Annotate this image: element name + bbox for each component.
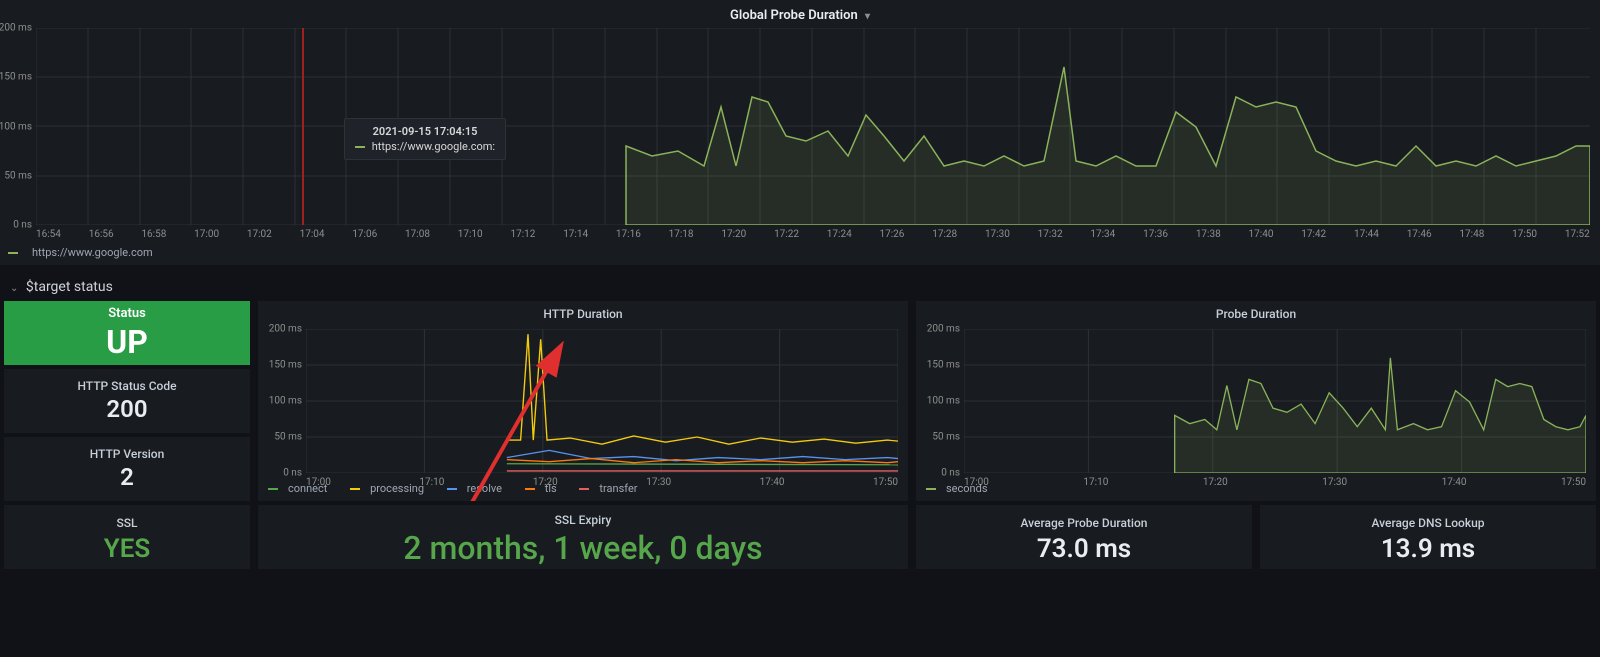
y-tick: 100 ms	[0, 121, 32, 132]
ssl-expiry-value: 2 months, 1 week, 0 days	[403, 529, 762, 567]
avg-dns-label: Average DNS Lookup	[1371, 510, 1484, 532]
probe-duration-legend[interactable]: seconds	[926, 482, 1008, 495]
panel-title: HTTP Duration	[258, 301, 908, 323]
stats-row: SSL YES SSL Expiry 2 months, 1 week, 0 d…	[0, 501, 1600, 569]
chevron-down-icon[interactable]: ⌄	[10, 283, 18, 294]
y-tick: 100 ms	[927, 396, 960, 407]
http-duration-svg	[306, 329, 898, 473]
legend-color-pip	[8, 252, 18, 254]
status-label: Status	[4, 306, 250, 321]
y-tick: 150 ms	[0, 72, 32, 83]
probe-duration-chart[interactable]: 200 ms 150 ms 100 ms 50 ms 0 ns 17:0017:…	[964, 329, 1586, 473]
avg-dns-panel[interactable]: Average DNS Lookup 13.9 ms	[1260, 505, 1596, 569]
x-axis: 16:5416:5616:5817:0017:0217:0417:0617:08…	[36, 229, 1590, 240]
probe-duration-panel[interactable]: Probe Duration 200 ms 150 ms 100 ms 50 m…	[916, 301, 1596, 501]
ssl-panel[interactable]: SSL YES	[4, 505, 250, 569]
http-duration-chart[interactable]: 200 ms 150 ms 100 ms 50 ms 0 ns 17:0017	[306, 329, 898, 473]
y-tick: 200 ms	[0, 23, 32, 34]
http-duration-legend[interactable]: connect processing resolve tls transfer	[268, 482, 658, 495]
y-tick: 150 ms	[269, 360, 302, 371]
avg-probe-panel[interactable]: Average Probe Duration 73.0 ms	[916, 505, 1252, 569]
y-tick: 0 ns	[941, 468, 960, 479]
y-tick: 200 ms	[927, 324, 960, 335]
http-code-value: 200	[4, 395, 250, 423]
http-version-value: 2	[4, 463, 250, 491]
panel-title: Global Probe Duration ▾	[0, 0, 1600, 27]
series-color-pip	[355, 146, 365, 148]
avg-probe-value: 73.0 ms	[1037, 534, 1131, 564]
tooltip-timestamp: 2021-09-15 17:04:15	[355, 125, 495, 138]
x-axis: 17:0017:1017:2017:3017:4017:50	[964, 477, 1586, 488]
global-chart[interactable]: 200 ms 150 ms 100 ms 50 ms 0 ns 16:5416:…	[36, 28, 1590, 225]
stat-column: Status UP HTTP Status Code 200 HTTP Vers…	[4, 301, 250, 501]
status-panel[interactable]: Status UP	[4, 301, 250, 365]
y-tick: 0 ns	[13, 220, 32, 231]
tooltip-series: https://www.google.com:	[355, 140, 495, 153]
ssl-label: SSL	[116, 510, 137, 532]
chevron-down-icon[interactable]: ▾	[865, 11, 870, 22]
row-title: $target status	[26, 279, 113, 295]
http-version-panel[interactable]: HTTP Version 2	[4, 437, 250, 501]
status-row: Status UP HTTP Status Code 200 HTTP Vers…	[0, 301, 1600, 501]
global-legend[interactable]: https://www.google.com	[8, 246, 181, 259]
status-value: UP	[4, 323, 250, 361]
ssl-value: YES	[104, 534, 151, 564]
chart-tooltip: 2021-09-15 17:04:15 https://www.google.c…	[344, 118, 506, 160]
row-header[interactable]: ⌄ $target status	[0, 269, 1600, 301]
panel-title: Probe Duration	[916, 301, 1596, 323]
ssl-expiry-label: SSL Expiry	[555, 507, 612, 529]
http-code-label: HTTP Status Code	[4, 379, 250, 393]
panel-title-text: Global Probe Duration	[730, 8, 858, 23]
y-tick: 150 ms	[927, 360, 960, 371]
legend-label: https://www.google.com	[32, 246, 153, 259]
y-tick: 50 ms	[274, 432, 302, 443]
global-probe-panel[interactable]: Global Probe Duration ▾ 200 ms 150 ms 10…	[0, 0, 1600, 265]
y-tick: 50 ms	[4, 170, 32, 181]
y-tick: 0 ns	[283, 468, 302, 479]
avg-probe-label: Average Probe Duration	[1021, 510, 1148, 532]
avg-dns-value: 13.9 ms	[1381, 534, 1475, 564]
y-tick: 100 ms	[269, 396, 302, 407]
http-version-label: HTTP Version	[4, 447, 250, 461]
ssl-expiry-panel[interactable]: SSL Expiry 2 months, 1 week, 0 days	[258, 505, 908, 569]
global-chart-svg	[36, 28, 1590, 225]
http-duration-panel[interactable]: HTTP Duration 200 ms 150 ms 100 ms 50 ms…	[258, 301, 908, 501]
probe-duration-svg	[964, 329, 1586, 473]
y-tick: 50 ms	[932, 432, 960, 443]
y-tick: 200 ms	[269, 324, 302, 335]
http-code-panel[interactable]: HTTP Status Code 200	[4, 369, 250, 433]
